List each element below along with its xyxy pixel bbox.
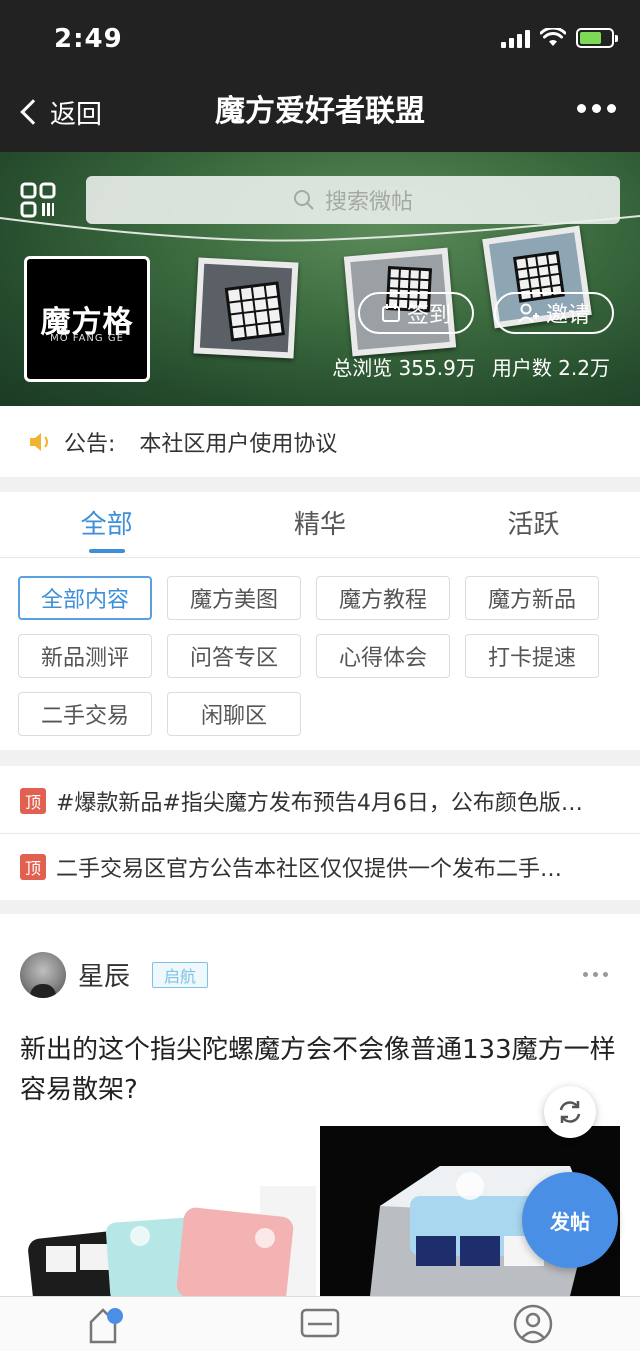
users-stat: 用户数 2.2万 [491, 356, 610, 380]
section-divider [0, 900, 640, 914]
more-dot-icon [607, 104, 616, 113]
message-icon [300, 1308, 340, 1338]
pinned-badge: 顶 [20, 854, 46, 880]
tab-active[interactable]: 活跃 [427, 492, 640, 557]
more-dot-icon [592, 104, 601, 113]
feed-tabs: 全部 精华 活跃 [0, 492, 640, 558]
avatar[interactable] [20, 952, 66, 998]
chip-all-content[interactable]: 全部内容 [18, 576, 152, 620]
chip-cube-pictures[interactable]: 魔方美图 [167, 576, 301, 620]
invite-button[interactable]: 邀请 [494, 292, 614, 334]
more-dot-icon [583, 972, 588, 977]
chip-product-reviews[interactable]: 新品测评 [18, 634, 152, 678]
signal-icon [501, 30, 530, 48]
pinned-post-title: #爆款新品#指尖魔方发布预告4月6日，公布颜色版… [56, 790, 583, 816]
post-more-button[interactable] [583, 972, 608, 977]
fidget-cube-photo [28, 1186, 316, 1296]
logo-sub-text: MO FANG GE [50, 333, 124, 344]
battery-icon [576, 28, 618, 48]
speaker-icon [30, 432, 48, 451]
more-dot-icon [603, 972, 608, 977]
new-post-button[interactable]: 发帖 [522, 1172, 618, 1268]
tab-home[interactable] [0, 1297, 213, 1351]
search-placeholder: 搜索微帖 [324, 190, 413, 215]
search-icon [293, 190, 314, 210]
calendar-icon [381, 304, 400, 322]
views-stat: 总浏览 355.9万 [332, 356, 476, 380]
post-title[interactable]: 新出的这个指尖陀螺魔方会不会像普通133魔方一样容易散架? [20, 1030, 624, 1110]
chip-check-in[interactable]: 打卡提速 [465, 634, 599, 678]
announcement-label: 公告: [64, 431, 116, 457]
sign-in-button[interactable]: 签到 [358, 292, 474, 334]
chip-cube-tutorials[interactable]: 魔方教程 [316, 576, 450, 620]
tab-all[interactable]: 全部 [0, 492, 213, 557]
more-menu-button[interactable] [577, 104, 616, 113]
chip-second-hand[interactable]: 二手交易 [18, 692, 152, 736]
tab-profile[interactable] [427, 1297, 640, 1351]
post-image[interactable] [20, 1126, 316, 1296]
invite-label: 邀请 [545, 303, 590, 328]
profile-icon [514, 1304, 553, 1344]
tab-featured[interactable]: 精华 [213, 492, 426, 557]
top-bar: 2:49 返回 魔方爱好者联盟 [0, 0, 640, 152]
pinned-post[interactable]: 顶 二手交易区官方公告本社区仅仅提供一个发布二手… [0, 834, 640, 900]
chip-qa[interactable]: 问答专区 [167, 634, 301, 678]
refresh-icon [559, 1101, 581, 1123]
bottom-tab-bar [0, 1296, 640, 1351]
more-dot-icon [593, 972, 598, 977]
post-author[interactable]: 星辰 [78, 956, 130, 993]
community-banner: 搜索微帖 魔方格 MO FANG GE 签到 邀请 总浏览 355.9万 用户数… [0, 152, 640, 406]
tab-messages[interactable] [213, 1297, 426, 1351]
more-dot-icon [577, 104, 586, 113]
community-logo[interactable]: 魔方格 MO FANG GE [24, 256, 150, 382]
status-time: 2:49 [54, 24, 123, 54]
announcement-text: 本社区用户使用协议 [139, 431, 338, 457]
announcement-bar[interactable]: 公告: 本社区用户使用协议 [0, 406, 640, 478]
user-level-badge: 启航 [152, 962, 208, 988]
home-icon [89, 1308, 123, 1344]
page-title: 魔方爱好者联盟 [215, 94, 425, 129]
category-chips: 全部内容 魔方美图 魔方教程 魔方新品 新品测评 问答专区 心得体会 打卡提速 … [18, 576, 622, 736]
chip-new-cubes[interactable]: 魔方新品 [465, 576, 599, 620]
search-input[interactable]: 搜索微帖 [86, 176, 620, 224]
section-divider [0, 478, 640, 492]
pinned-badge: 顶 [20, 787, 46, 814]
add-user-icon [518, 303, 539, 323]
wifi-icon [540, 28, 566, 46]
pinned-post-title: 二手交易区官方公告本社区仅仅提供一个发布二手… [56, 857, 563, 882]
chip-chat[interactable]: 闲聊区 [167, 692, 301, 736]
status-icons [501, 28, 618, 48]
sign-in-label: 签到 [406, 303, 451, 328]
pinned-post[interactable]: 顶 #爆款新品#指尖魔方发布预告4月6日，公布颜色版… [0, 768, 640, 834]
qr-code-icon[interactable] [20, 182, 56, 218]
community-stats: 总浏览 355.9万 用户数 2.2万 [332, 352, 610, 381]
chip-experience[interactable]: 心得体会 [316, 634, 450, 678]
section-divider [0, 750, 640, 766]
refresh-button[interactable] [544, 1086, 596, 1138]
banner-photo [193, 257, 299, 359]
